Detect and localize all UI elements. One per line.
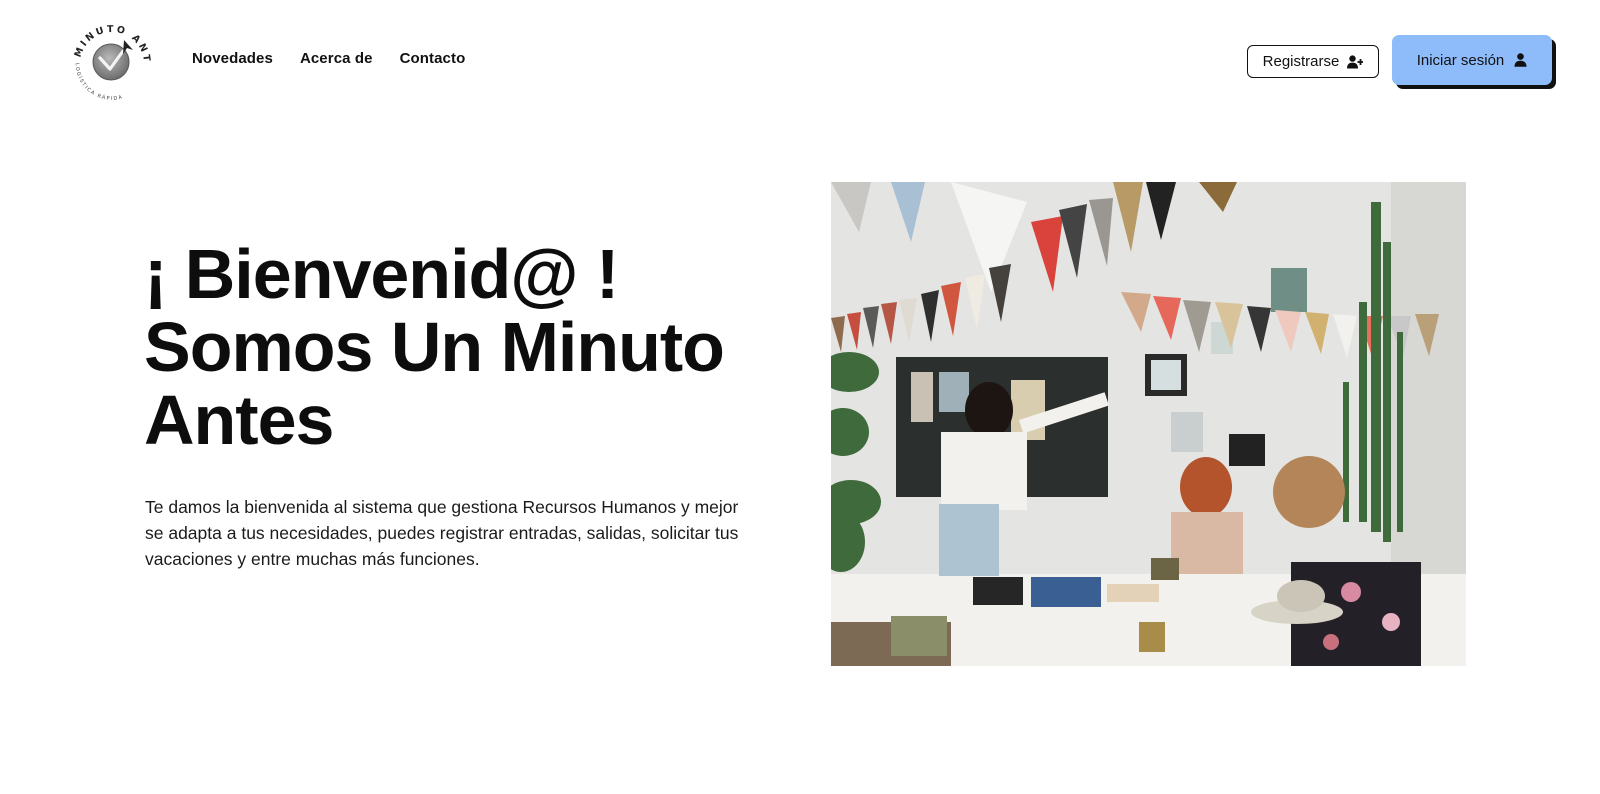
nav-link-novedades[interactable]: Novedades <box>192 50 273 67</box>
nav-link-acerca-de[interactable]: Acerca de <box>300 50 373 67</box>
main-nav: Novedades Acerca de Contacto <box>192 50 465 67</box>
nav-link-contacto[interactable]: Contacto <box>400 50 466 67</box>
brand-logo[interactable]: MINUTO ANTES LOGÍSTICA RÁPIDA <box>57 6 160 110</box>
art-studio-photo <box>831 182 1466 666</box>
login-button[interactable]: Iniciar sesión <box>1392 35 1552 85</box>
login-button-label: Iniciar sesión <box>1416 51 1505 69</box>
hero-photo <box>831 182 1466 666</box>
register-button[interactable]: Registrarse <box>1247 45 1379 78</box>
clock-logo-icon: MINUTO ANTES LOGÍSTICA RÁPIDA <box>57 6 149 102</box>
hero-title-line: ¡ Bienvenid@ ! <box>144 235 619 313</box>
user-plus-icon <box>1347 54 1364 68</box>
hero-title-line: Somos Un Minuto <box>144 308 725 386</box>
hero-title: ¡ Bienvenid@ ! Somos Un Minuto Antes <box>144 238 764 457</box>
register-button-label: Registrarse <box>1262 53 1340 70</box>
hero-description: Te damos la bienvenida al sistema que ge… <box>145 497 739 569</box>
user-icon <box>1514 53 1527 67</box>
hero-title-line: Antes <box>144 381 334 459</box>
